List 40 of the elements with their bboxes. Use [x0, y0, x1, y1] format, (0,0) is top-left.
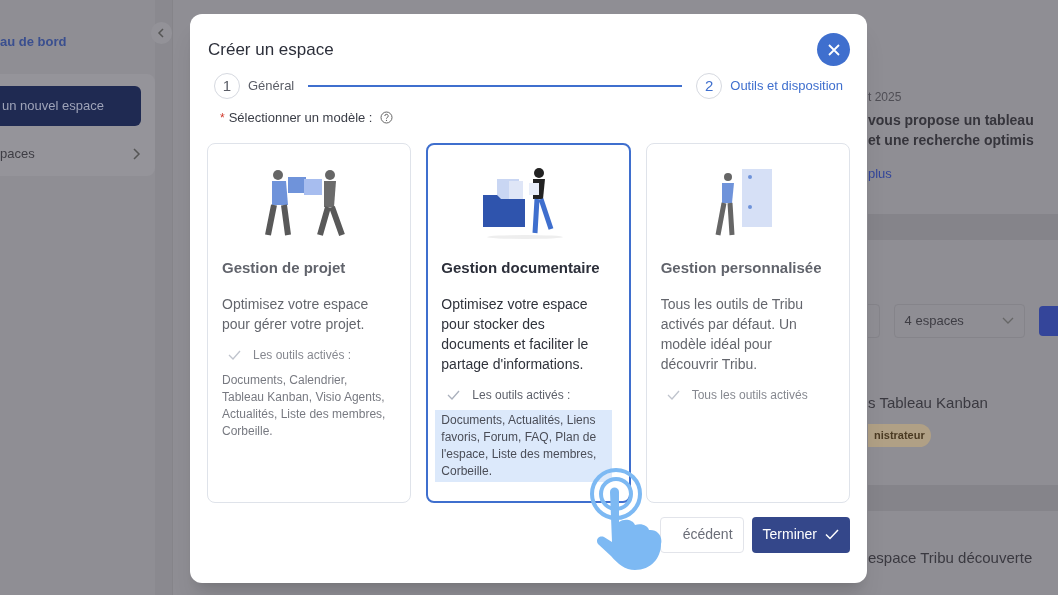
space-title: espace Tribu découverte — [868, 547, 1034, 568]
headline-text: et une recherche optimis — [868, 131, 1035, 150]
check-icon — [228, 350, 241, 360]
dialog-title: Créer un espace — [208, 38, 334, 61]
tools-label: Les outils activés : — [472, 387, 571, 404]
check-icon — [447, 390, 461, 400]
check-icon — [666, 390, 680, 400]
card-title: Gestion documentaire — [441, 257, 601, 278]
tools-label: Les outils activés : — [253, 347, 352, 364]
card-title: Gestion de projet — [222, 257, 347, 278]
card-description: Optimisez votre espace pour gérer votre projet. — [222, 295, 370, 334]
tools-list: Documents, Calendrier, Tableau Kanban, Visio Agents, Actualités, Liste des membres, Corbeille. — [216, 370, 393, 442]
action-button[interactable] — [1038, 305, 1058, 336]
tools-list: Documents, Actualités, Liens favoris, Forum, FAQ, Plan de l'espace, Liste des membres, Corbeille. — [435, 410, 612, 482]
card-title: Gestion personnalisée — [660, 257, 823, 278]
finish-button[interactable]: Terminer — [751, 516, 850, 553]
role-badge: nistrateur — [868, 424, 931, 447]
collapse-chevron-icon[interactable] — [151, 22, 172, 44]
template-card[interactable] — [426, 142, 631, 503]
help-icon[interactable] — [380, 111, 394, 125]
check-icon — [825, 529, 839, 540]
chevron-down-icon — [1001, 316, 1014, 325]
chevron-right-icon — [133, 147, 141, 160]
template-card[interactable]: Gestion de projet Optimisez votre espace pour gérer votre projet. Les outils activés : Documents, Calendrier, Tableau Kanban, Visio Agents, Actualités, Liste des membres, Corbeille. — [207, 142, 412, 503]
step-label: Outils et disposition — [730, 77, 843, 96]
sidebar-item[interactable]: paces — [0, 144, 141, 164]
card-description: Optimisez votre espace pour stocker des documents et faciliter le partage d'informations. — [441, 295, 590, 374]
headline-text: vous propose un tableau — [868, 111, 1035, 130]
spaces-dropdown[interactable]: 4 espaces — [893, 303, 1025, 338]
tools-label: Tous les outils activés — [691, 387, 808, 404]
template-card[interactable]: Gestion personnalisée Tous les outils de Tribu activés par défaut. Un modèle idéal pour découvrir Tribu. Tous les outils activés — [645, 142, 850, 503]
card-description: Tous les outils de Tribu activés par défaut. Un modèle idéal pour découvrir Tribu. — [660, 295, 805, 374]
new-space-button[interactable]: un nouvel espace — [0, 86, 141, 126]
space-title: s Tableau Kanban — [868, 392, 989, 413]
date-text: t 2025 — [868, 89, 903, 106]
close-button[interactable] — [817, 33, 850, 66]
close-icon — [827, 43, 840, 56]
field-label: Sélectionner un modèle : — [228, 109, 373, 127]
step-label: Général — [248, 77, 295, 96]
required-mark: * — [220, 109, 225, 127]
